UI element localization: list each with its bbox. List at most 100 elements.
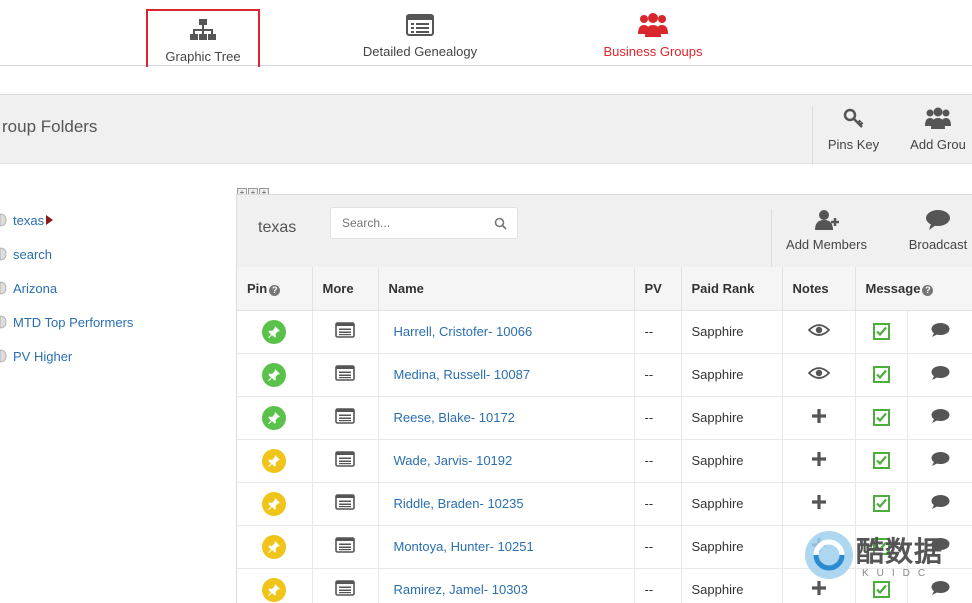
checkmark-icon (875, 455, 887, 466)
folder-item-pv-higher[interactable]: PV Higher (0, 349, 72, 371)
users-icon (925, 107, 951, 129)
chat-icon (931, 495, 950, 509)
notes-cell[interactable] (782, 310, 856, 354)
message-chat-cell[interactable] (907, 482, 972, 526)
folder-item-texas[interactable]: texas (0, 213, 54, 235)
pv-cell: -- (634, 439, 682, 483)
message-checkbox[interactable] (872, 409, 890, 427)
table-header-row: Pin? More Name PV Paid Rank Notes Messag… (237, 267, 972, 311)
help-icon[interactable]: ? (269, 284, 281, 296)
search-box (330, 207, 518, 239)
pv-cell: -- (634, 353, 682, 397)
pin-cell (237, 525, 313, 569)
table-row: Harrell, Cristofer- 10066 -- Sapphire (237, 310, 972, 354)
nav-graphic-tree[interactable]: Graphic Tree (146, 9, 260, 71)
folder-item-arizona[interactable]: Arizona (0, 281, 57, 303)
name-cell: Reese, Blake- 10172 (378, 396, 635, 440)
watermark-logo-icon (805, 531, 853, 579)
folder-bulb-icon (0, 349, 7, 363)
pin-toggle[interactable] (262, 534, 287, 559)
more-cell[interactable] (312, 396, 379, 440)
col-paid-rank[interactable]: Paid Rank (681, 267, 783, 311)
pin-cell (237, 568, 313, 603)
message-chat-cell[interactable] (907, 439, 972, 483)
col-pin[interactable]: Pin? (237, 267, 313, 311)
more-cell[interactable] (312, 482, 379, 526)
pin-toggle[interactable] (262, 448, 287, 473)
message-chat-cell[interactable] (907, 310, 972, 354)
nav-business-groups[interactable]: Business Groups (592, 12, 714, 70)
more-cell[interactable] (312, 353, 379, 397)
plus-icon (811, 409, 826, 423)
col-pv[interactable]: PV (634, 267, 682, 311)
folder-item-mtd-top-performers[interactable]: MTD Top Performers (0, 315, 133, 337)
chat-icon (931, 366, 950, 380)
member-name-link[interactable]: Montoya, Hunter- 10251 (389, 539, 534, 554)
table-row: Medina, Russell- 10087 -- Sapphire (237, 353, 972, 397)
col-notes[interactable]: Notes (782, 267, 856, 311)
member-name-link[interactable]: Riddle, Braden- 10235 (389, 496, 524, 511)
nav-detailed-genealogy[interactable]: Detailed Genealogy (352, 12, 488, 70)
add-group-label: Add Grou (910, 137, 966, 152)
message-checkbox[interactable] (872, 495, 890, 513)
pv-cell: -- (634, 482, 682, 526)
message-checkbox[interactable] (872, 366, 890, 384)
folder-item-label: Arizona (13, 281, 58, 296)
message-chat-cell[interactable] (907, 396, 972, 440)
member-name-link[interactable]: Medina, Russell- 10087 (389, 367, 531, 382)
pin-toggle[interactable] (262, 362, 287, 387)
help-icon[interactable]: ? (922, 284, 934, 296)
notes-cell[interactable] (782, 482, 856, 526)
member-name-link[interactable]: Harrell, Cristofer- 10066 (389, 324, 533, 339)
col-message[interactable]: Message? (855, 267, 972, 311)
pin-toggle[interactable] (262, 319, 287, 344)
name-cell: Wade, Jarvis- 10192 (378, 439, 635, 483)
pin-toggle[interactable] (262, 577, 287, 602)
folder-bulb-icon (0, 281, 7, 295)
details-card-icon (335, 365, 355, 381)
search-input[interactable] (342, 208, 492, 238)
message-chat-cell[interactable] (907, 353, 972, 397)
pin-icon (268, 583, 281, 596)
pin-toggle[interactable] (262, 491, 287, 516)
checkmark-icon (875, 326, 887, 337)
pin-icon (268, 540, 281, 553)
watermark-subtext: KUIDC (862, 568, 934, 579)
more-cell[interactable] (312, 525, 379, 569)
search-icon[interactable] (494, 217, 507, 230)
notes-cell[interactable] (782, 353, 856, 397)
pins-key-button[interactable]: Pins Key (812, 107, 894, 165)
add-group-button[interactable]: Add Grou (898, 107, 972, 152)
name-cell: Ramirez, Jamel- 10303 (378, 568, 635, 603)
message-check-cell (855, 439, 908, 483)
notes-cell[interactable] (782, 439, 856, 483)
folder-bulb-icon (0, 247, 7, 261)
details-card-icon (335, 580, 355, 596)
more-cell[interactable] (312, 310, 379, 354)
col-name[interactable]: Name (378, 267, 635, 311)
more-cell[interactable] (312, 439, 379, 483)
message-checkbox[interactable] (872, 452, 890, 470)
paid-rank-cell: Sapphire (681, 353, 783, 397)
pv-cell: -- (634, 525, 682, 569)
col-more[interactable]: More (312, 267, 379, 311)
add-members-button[interactable]: Add Members (771, 209, 881, 267)
sitemap-icon (190, 19, 216, 40)
folder-item-search[interactable]: search (0, 247, 52, 269)
message-check-cell (855, 396, 908, 440)
more-cell[interactable] (312, 568, 379, 603)
message-checkbox[interactable] (872, 323, 890, 341)
pin-toggle[interactable] (262, 405, 287, 430)
top-navigation: Graphic Tree Detailed Genealogy Business… (0, 0, 972, 71)
member-name-link[interactable]: Ramirez, Jamel- 10303 (389, 582, 528, 597)
member-name-link[interactable]: Reese, Blake- 10172 (389, 410, 515, 425)
paid-rank-cell: Sapphire (681, 568, 783, 603)
pv-cell: -- (634, 396, 682, 440)
details-card-icon (335, 451, 355, 467)
notes-cell[interactable] (782, 396, 856, 440)
pin-icon (268, 368, 281, 381)
member-name-link[interactable]: Wade, Jarvis- 10192 (389, 453, 513, 468)
checkmark-icon (875, 498, 887, 509)
paid-rank-cell: Sapphire (681, 396, 783, 440)
broadcast-button[interactable]: Broadcast (893, 209, 972, 252)
